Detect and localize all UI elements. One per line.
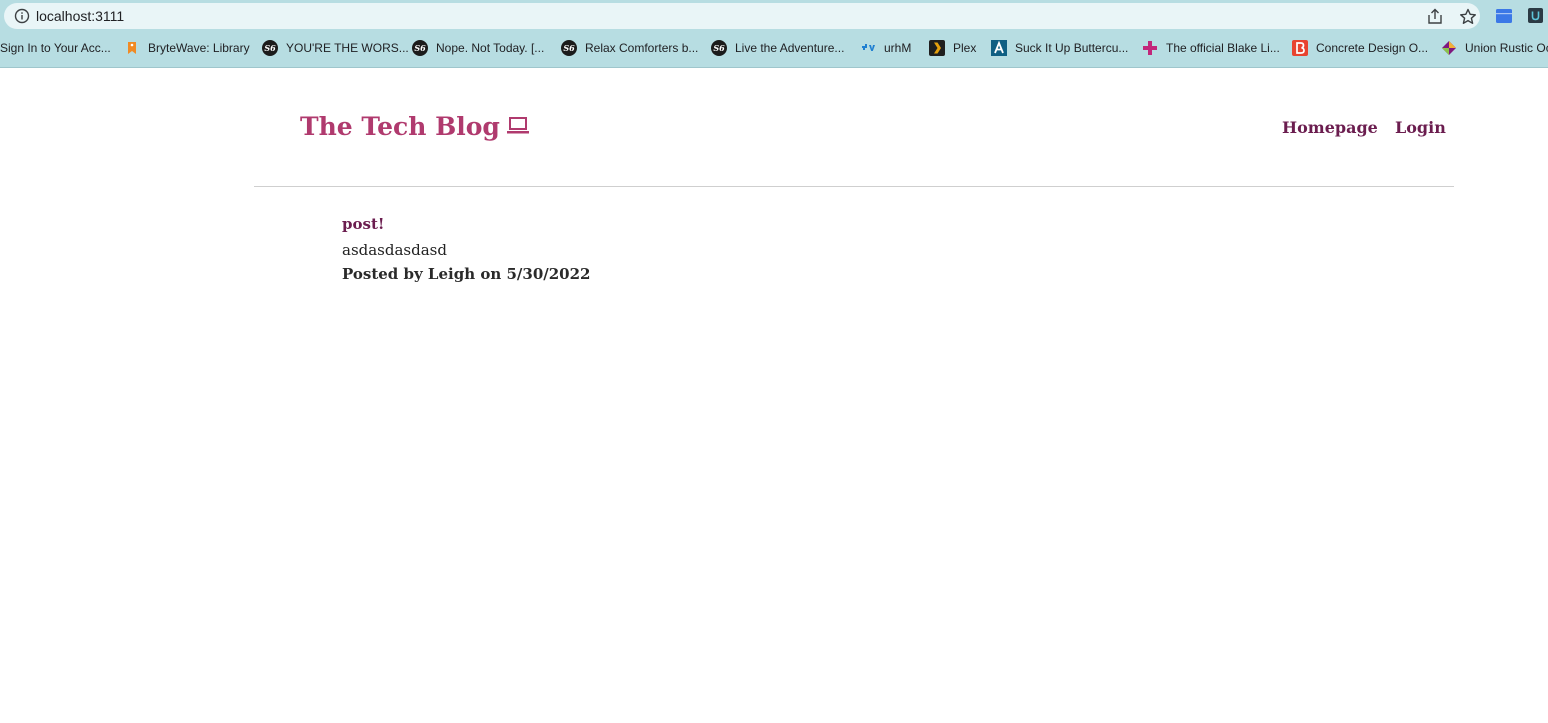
s6-icon: S6: [711, 40, 727, 56]
bookmark-label: Union Rustic Oc: [1465, 41, 1548, 55]
laptop-icon: [506, 117, 529, 134]
bookmark-label: Sign In to Your Acc...: [0, 41, 111, 55]
nav-homepage-link[interactable]: Homepage: [1282, 118, 1378, 138]
site-title-text[interactable]: The Tech Blog: [300, 112, 500, 141]
wayfair-icon: [1442, 41, 1456, 55]
bluecross-icon: [862, 44, 875, 51]
header-divider: [254, 186, 1454, 187]
post-title[interactable]: post!: [342, 214, 591, 234]
address-bar[interactable]: localhost:3111: [4, 3, 1480, 29]
bookmark-label: YOU'RE THE WORS...: [286, 41, 409, 55]
plex-icon: [929, 40, 945, 56]
a-logo-icon: [991, 40, 1007, 56]
bookmark-label: Plex: [953, 41, 977, 55]
bookmarks-bar: Sign In to Your Acc... BryteWave: Librar…: [0, 36, 1548, 60]
nav-login-link[interactable]: Login: [1395, 118, 1446, 138]
bookmark-label: Suck It Up Buttercu...: [1015, 41, 1129, 55]
s6-icon: S6: [262, 40, 278, 56]
s6-icon: S6: [412, 40, 428, 56]
extension-calendar-icon[interactable]: [1496, 9, 1512, 23]
bookmark-label: Live the Adventure...: [735, 41, 845, 55]
post-meta: Posted by Leigh on 5/30/2022: [342, 265, 591, 283]
bookmark-label: BryteWave: Library: [148, 41, 250, 55]
post-card[interactable]: post! asdasdasdasd Posted by Leigh on 5/…: [342, 214, 591, 286]
page-content: The Tech Blog Homepage Login post! asdas…: [0, 68, 1548, 723]
brytewave-icon: [128, 42, 136, 54]
post-body: asdasdasdasd: [342, 241, 447, 259]
bookmark-label: Concrete Design O...: [1316, 41, 1429, 55]
share-icon[interactable]: [1426, 8, 1444, 25]
bookmark-star-icon[interactable]: [1459, 8, 1477, 25]
pink-cross-icon: [1143, 41, 1157, 55]
site-title[interactable]: The Tech Blog: [300, 111, 530, 143]
s6-icon: S6: [561, 40, 577, 56]
b-logo-icon: [1292, 40, 1308, 56]
bookmark-label: Relax Comforters b...: [585, 41, 699, 55]
extension-u-icon[interactable]: [1528, 8, 1543, 23]
info-icon[interactable]: [14, 8, 30, 24]
url-text[interactable]: localhost:3111: [36, 8, 124, 24]
bookmark-label: The official Blake Li...: [1166, 41, 1280, 55]
browser-chrome: localhost:3111 Sign In to Your Acc... Br…: [0, 0, 1548, 68]
bookmark-label: urhM: [884, 41, 912, 55]
bookmark-label: Nope. Not Today. [...: [436, 41, 545, 55]
